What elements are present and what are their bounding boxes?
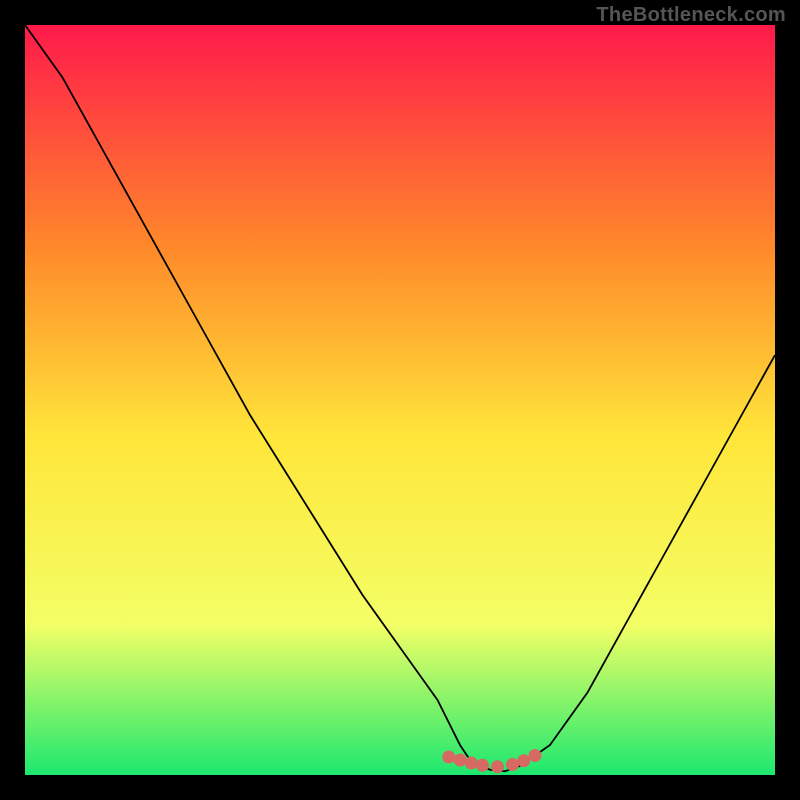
marker-point — [442, 751, 455, 764]
marker-point — [529, 749, 542, 762]
chart-svg — [25, 25, 775, 775]
chart-plot-area — [25, 25, 775, 775]
chart-background — [25, 25, 775, 775]
marker-point — [465, 757, 478, 770]
marker-point — [517, 754, 530, 767]
marker-point — [454, 754, 467, 767]
watermark-text: TheBottleneck.com — [596, 4, 786, 27]
marker-point — [476, 759, 489, 772]
chart-frame: TheBottleneck.com — [0, 0, 800, 800]
marker-point — [491, 760, 504, 773]
marker-point — [506, 758, 519, 771]
